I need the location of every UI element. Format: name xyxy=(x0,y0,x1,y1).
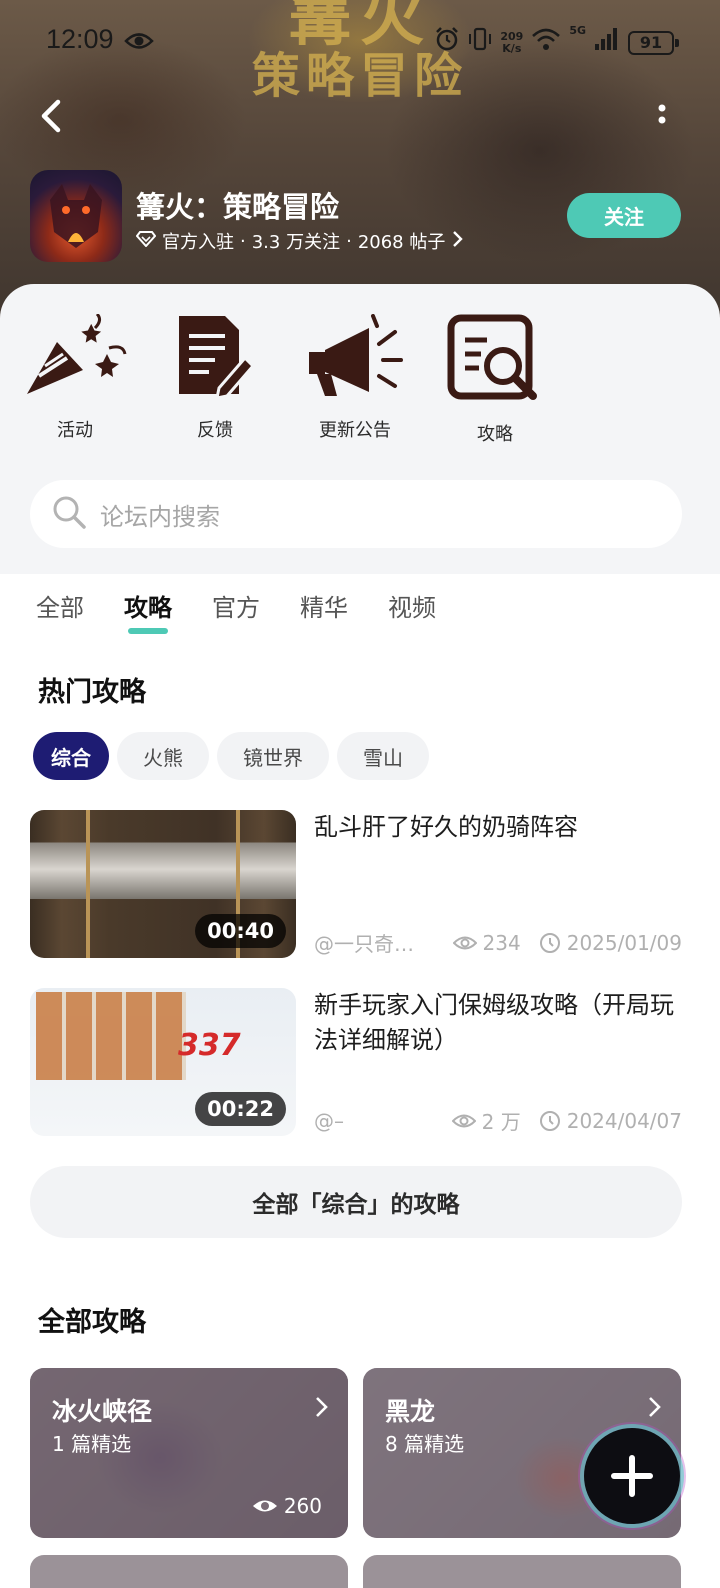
hot-guides-title: 热门攻略 xyxy=(38,677,146,708)
meta-separator: · xyxy=(240,230,246,252)
diamond-icon xyxy=(135,230,157,252)
shortcut-feedback[interactable]: 反馈 xyxy=(160,314,270,442)
shortcut-label: 更新公告 xyxy=(319,420,391,441)
views-count: 234 xyxy=(482,930,521,955)
video-thumbnail: 00:40 xyxy=(30,810,296,958)
shortcut-panel: 活动 反馈 更新公告 攻略 论坛内搜索 xyxy=(0,284,720,574)
official-badge: 官方入驻 xyxy=(162,232,234,253)
tab-official[interactable]: 官方 xyxy=(212,588,260,628)
chevron-right-icon xyxy=(314,1396,328,1422)
category-count: 1 篇精选 xyxy=(52,1432,132,1456)
posts-count: 2068 帖子 xyxy=(357,232,446,253)
category-count: 8 篇精选 xyxy=(385,1432,465,1456)
status-icons: 209 K/s 5G 91 xyxy=(434,24,679,59)
forum-name: 篝火：策略冒险 xyxy=(136,190,340,224)
follow-button[interactable]: 关注 xyxy=(567,193,681,238)
chevron-right-icon xyxy=(451,230,464,253)
forum-meta[interactable]: 官方入驻 · 3.3 万关注 · 2068 帖子 xyxy=(135,228,464,254)
vibrate-icon xyxy=(468,26,492,59)
chevron-left-icon xyxy=(41,99,61,133)
net-speed-unit: K/s xyxy=(502,41,522,55)
battery-indicator: 91 xyxy=(628,30,679,55)
shortcut-guide[interactable]: 攻略 xyxy=(440,314,550,446)
alarm-icon xyxy=(434,26,460,59)
tab-video[interactable]: 视频 xyxy=(388,588,436,628)
views-count: 260 xyxy=(283,1494,322,1518)
chip-general[interactable]: 综合 xyxy=(33,732,109,780)
thumbnail-card-grid xyxy=(36,992,186,1080)
tab-featured[interactable]: 精华 xyxy=(300,588,348,628)
category-views: 260 xyxy=(252,1494,322,1518)
guide-views: 2 万 xyxy=(451,1106,521,1135)
category-name: 冰火峡径 xyxy=(52,1397,153,1426)
search-placeholder: 论坛内搜索 xyxy=(100,502,220,531)
guide-title: 乱斗肝了好久的奶骑阵容 xyxy=(314,813,578,841)
eye-comfort-icon xyxy=(124,28,154,58)
thumbnail-damage-text: 337 xyxy=(178,1028,241,1063)
video-duration: 00:22 xyxy=(195,1092,286,1126)
guide-views: 234 xyxy=(452,930,521,955)
clock-icon xyxy=(539,1110,560,1131)
status-bar: 12:09 209 K/s 5G 91 xyxy=(0,22,720,62)
video-thumbnail: 337 00:22 xyxy=(30,988,296,1136)
guide-title: 新手玩家入门保姆级攻略（开局玩法详细解说） xyxy=(314,991,674,1054)
guide-category-card-partial[interactable] xyxy=(30,1555,348,1588)
guide-date: 2025/01/09 xyxy=(539,931,682,955)
shortcut-label: 活动 xyxy=(57,420,93,441)
followers-count: 3.3 万关注 xyxy=(251,232,341,253)
banner-title-art: 篝火 策略冒险 xyxy=(0,0,720,130)
all-guides-title: 全部攻略 xyxy=(38,1307,146,1338)
guide-category-card[interactable]: 冰火峡径 1 篇精选 260 xyxy=(30,1368,348,1538)
clock-icon xyxy=(539,932,560,953)
tab-guides[interactable]: 攻略 xyxy=(124,588,172,634)
party-popper-icon xyxy=(27,314,127,394)
date-text: 2025/01/09 xyxy=(566,930,682,955)
guide-author: @– xyxy=(314,1108,344,1133)
shortcut-update-notice[interactable]: 更新公告 xyxy=(300,314,410,442)
eye-icon xyxy=(451,1114,476,1127)
eye-icon xyxy=(252,1500,277,1512)
forum-tabs: 全部 攻略 官方 精华 视频 xyxy=(36,588,476,634)
guide-item[interactable]: 337 00:22 新手玩家入门保姆级攻略（开局玩法详细解说） @– 2 万 2… xyxy=(30,988,682,1138)
more-vertical-icon xyxy=(658,104,666,124)
view-all-general-guides-button[interactable]: 全部「综合」的攻略 xyxy=(30,1166,682,1238)
guide-meta: @一只奇… 234 2025/01/09 xyxy=(314,928,682,957)
chip-fire-bear[interactable]: 火熊 xyxy=(117,732,209,780)
net-speed: 209 K/s xyxy=(500,30,523,55)
chip-snow-mountain[interactable]: 雪山 xyxy=(337,732,429,780)
eye-icon xyxy=(452,936,477,949)
network-type: 5G xyxy=(569,24,586,37)
chevron-right-icon xyxy=(647,1396,661,1422)
shortcut-activity[interactable]: 活动 xyxy=(20,314,130,442)
guide-date: 2024/04/07 xyxy=(539,1109,682,1133)
views-count: 2 万 xyxy=(481,1110,521,1134)
status-time: 12:09 xyxy=(46,24,114,54)
video-duration: 00:40 xyxy=(195,914,286,948)
forum-search-input[interactable]: 论坛内搜索 xyxy=(30,480,682,548)
date-text: 2024/04/07 xyxy=(566,1108,682,1133)
back-button[interactable] xyxy=(34,96,70,136)
meta-separator: · xyxy=(346,230,352,252)
create-post-button[interactable] xyxy=(584,1428,680,1524)
shortcut-label: 攻略 xyxy=(477,424,513,445)
guide-meta: @– 2 万 2024/04/07 xyxy=(314,1106,682,1135)
search-icon xyxy=(52,495,86,533)
guide-author: @一只奇… xyxy=(314,932,414,956)
shortcut-label: 反馈 xyxy=(197,420,233,441)
more-options-button[interactable] xyxy=(650,100,674,134)
guide-search-icon xyxy=(447,314,537,400)
document-pen-icon xyxy=(179,316,255,398)
signal-icon xyxy=(594,27,620,58)
forum-app-icon xyxy=(30,170,122,262)
plus-icon xyxy=(611,1455,653,1497)
wifi-icon xyxy=(531,27,561,58)
chip-mirror-world[interactable]: 镜世界 xyxy=(217,732,329,780)
category-name: 黑龙 xyxy=(385,1397,436,1426)
guide-item[interactable]: 00:40 乱斗肝了好久的奶骑阵容 @一只奇… 234 2025/01/09 xyxy=(30,810,682,960)
tab-all[interactable]: 全部 xyxy=(36,588,84,628)
guide-category-card-partial[interactable] xyxy=(363,1555,681,1588)
hot-guides-filter: 综合 火熊 镜世界 雪山 xyxy=(33,732,429,780)
megaphone-icon xyxy=(309,314,403,396)
